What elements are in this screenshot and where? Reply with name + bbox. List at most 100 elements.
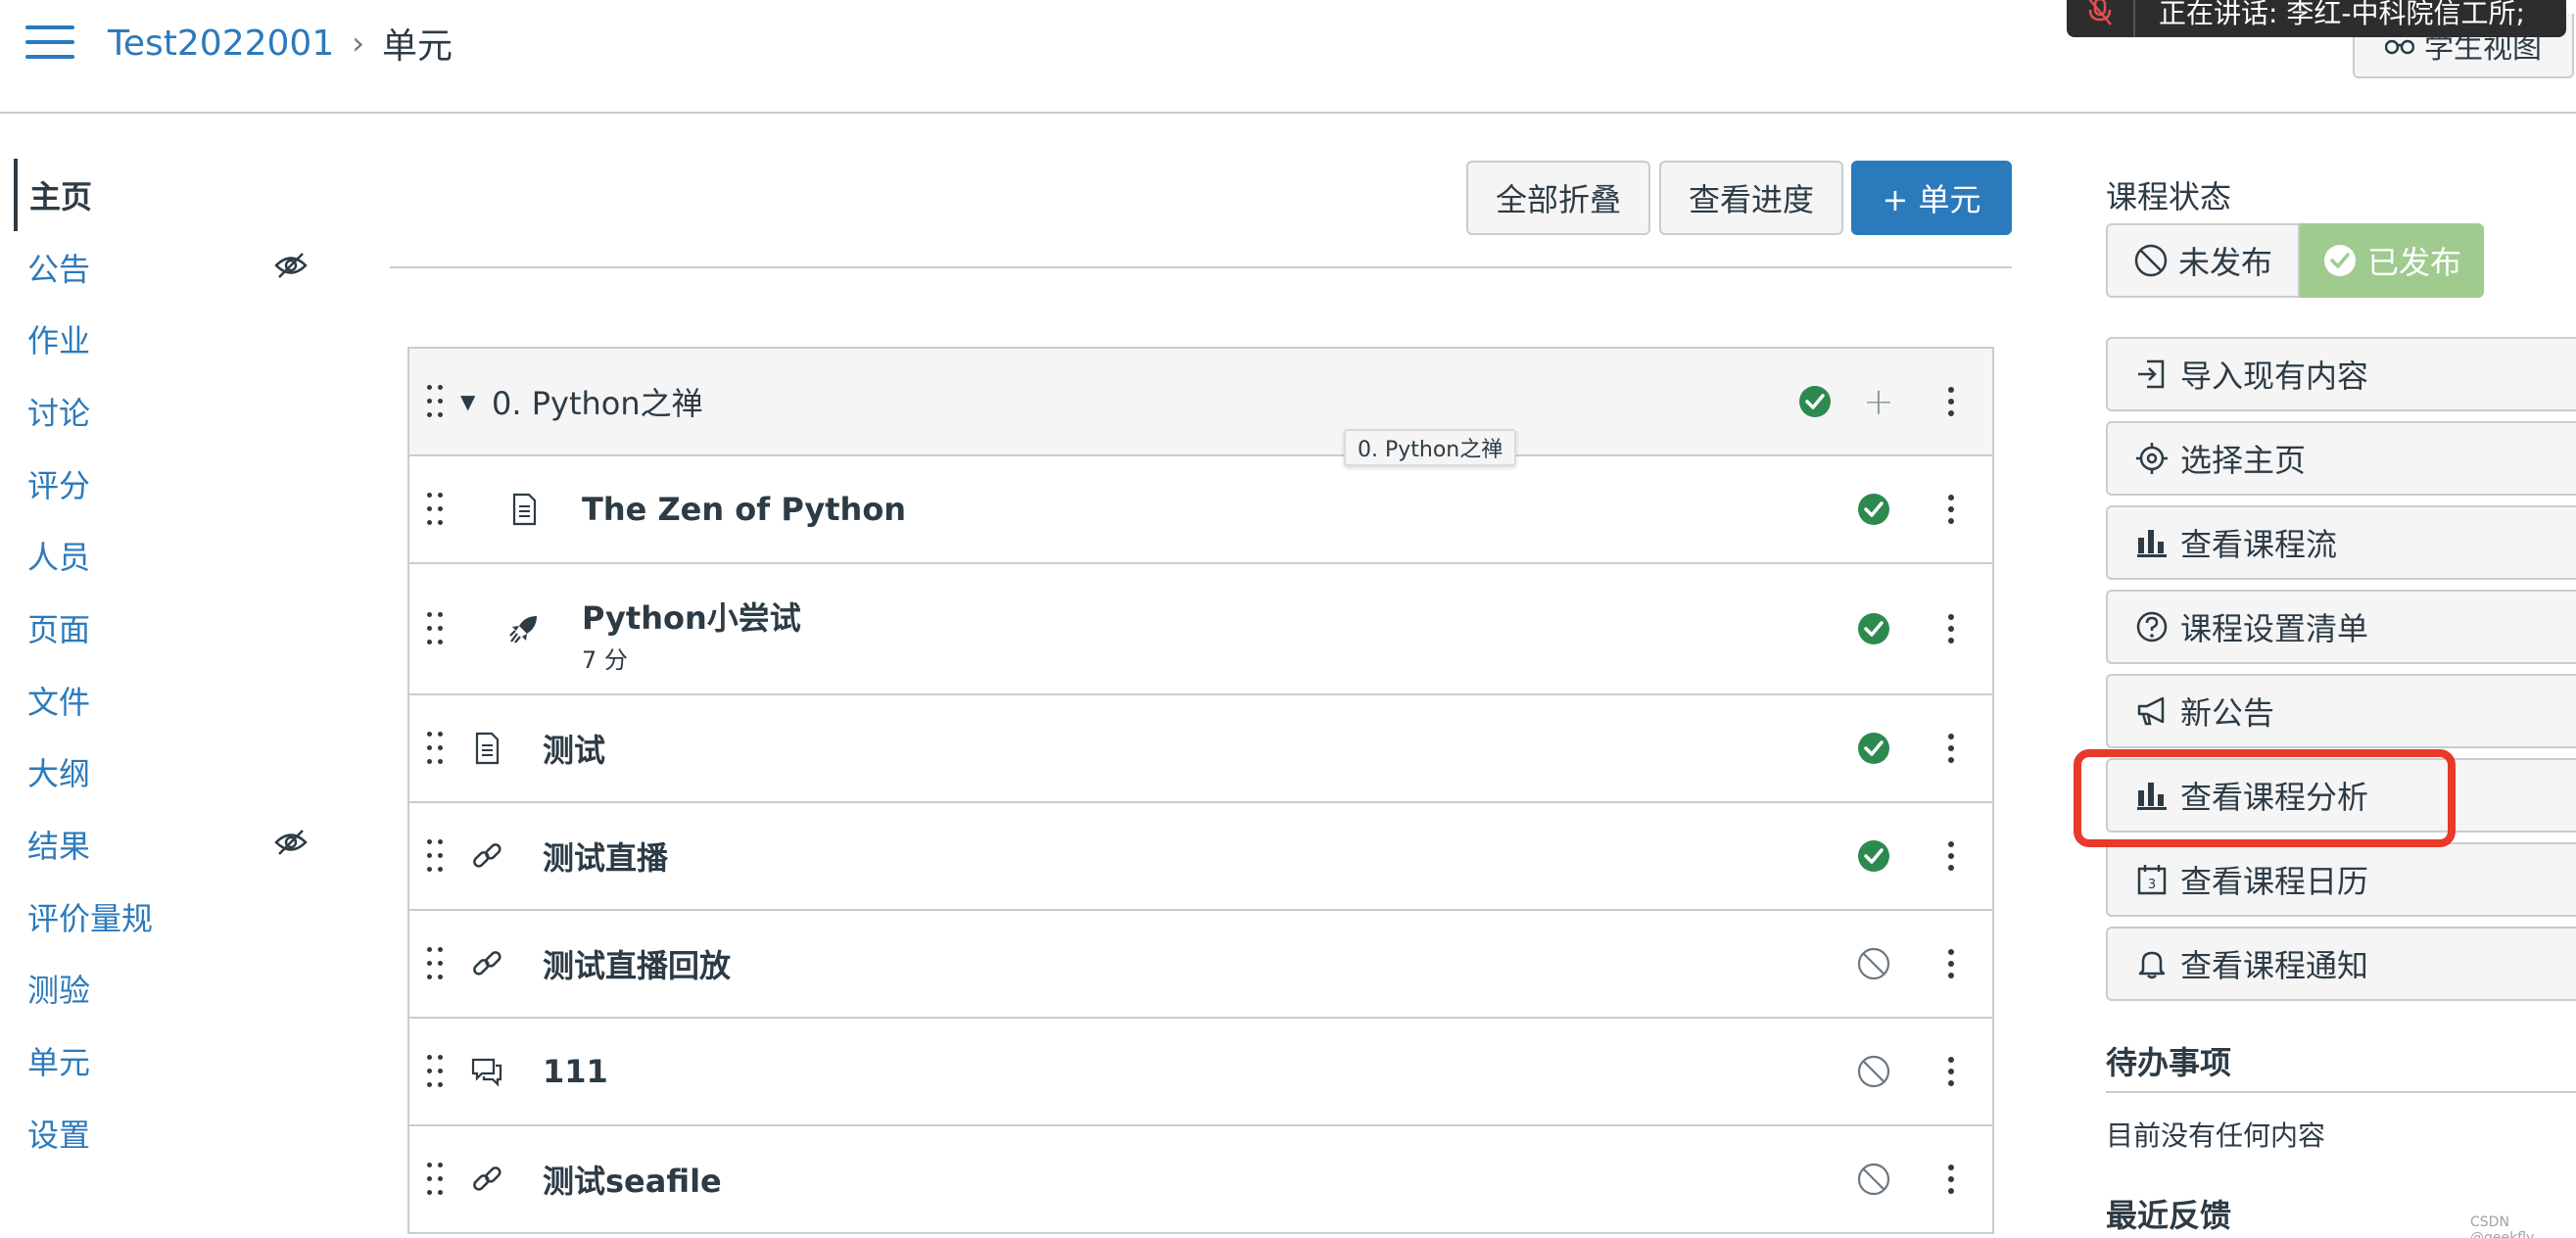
module-item-title[interactable]: 测试: [543, 726, 605, 771]
nav-item-label: 测验: [27, 972, 91, 1010]
todo-empty-message: 目前没有任何内容: [2106, 1119, 2326, 1152]
nav-item[interactable]: 讨论: [14, 375, 327, 448]
published-check-icon[interactable]: [1857, 612, 1890, 645]
sidebar-action-button[interactable]: 查看课程流: [2106, 505, 2576, 580]
module-item-title[interactable]: The Zen of Python: [582, 491, 906, 528]
sidebar-action-label: 导入现有内容: [2180, 357, 2369, 395]
collapse-caret-icon[interactable]: ▼: [460, 390, 475, 413]
nav-item[interactable]: 测验: [14, 953, 327, 1025]
nav-item-label: 人员: [27, 539, 91, 577]
nav-item[interactable]: 评分: [14, 448, 327, 520]
module-item-points: 7 分: [582, 646, 628, 674]
sidebar-action-button[interactable]: 导入现有内容: [2106, 337, 2576, 411]
unpublish-button[interactable]: 未发布: [2106, 223, 2300, 298]
drag-handle-icon[interactable]: [427, 839, 447, 873]
sidebar-action-button[interactable]: 查看课程通知: [2106, 927, 2576, 1001]
drag-handle-icon[interactable]: [427, 1163, 447, 1196]
module-item-title[interactable]: Python小尝试: [582, 594, 801, 639]
svg-text:3: 3: [2148, 878, 2156, 892]
module-item-row[interactable]: Python小尝试 7 分: [409, 564, 1992, 695]
module-item-row[interactable]: 测试直播回放: [409, 911, 1992, 1019]
module-item-row[interactable]: 测试: [409, 695, 1992, 803]
published-check-icon[interactable]: [1857, 839, 1890, 873]
drag-handle-icon[interactable]: [427, 493, 447, 526]
module-item-title[interactable]: 测试直播: [543, 833, 668, 879]
module-item-row[interactable]: 测试直播: [409, 803, 1992, 911]
module-item-title[interactable]: 测试直播回放: [543, 941, 731, 986]
sidebar-action-label: 课程设置清单: [2180, 610, 2369, 647]
nav-item[interactable]: 单元: [14, 1024, 327, 1097]
add-item-plus-icon[interactable]: +: [1863, 380, 1894, 423]
unpublished-circle-icon[interactable]: [1857, 1055, 1890, 1088]
unpublished-circle-icon[interactable]: [1857, 1163, 1890, 1196]
module-item-row[interactable]: 测试seafile: [409, 1126, 1992, 1234]
published-check-icon[interactable]: [1857, 732, 1890, 765]
import-icon: [2135, 357, 2169, 391]
target-icon: [2135, 442, 2169, 475]
view-progress-button[interactable]: 查看进度: [1659, 161, 1843, 235]
todo-divider: [2106, 1091, 2576, 1093]
nav-item[interactable]: 文件: [14, 664, 327, 737]
nav-item[interactable]: 结果: [14, 808, 327, 881]
module-header[interactable]: ▼ 0. Python之禅 +: [409, 349, 1992, 456]
item-options-icon[interactable]: [1945, 493, 1955, 526]
speaking-toast: 正在讲话: 李红-中科院信工所;: [2067, 0, 2566, 37]
add-module-button[interactable]: + 单元: [1851, 161, 2012, 235]
nav-item[interactable]: 页面: [14, 592, 327, 664]
module-item-title[interactable]: 111: [543, 1053, 608, 1090]
page-icon: [470, 732, 503, 765]
drag-handle-icon[interactable]: [427, 1055, 447, 1088]
item-options-icon[interactable]: [1945, 839, 1955, 873]
nav-item-label: 大纲: [27, 755, 91, 793]
nav-item[interactable]: 人员: [14, 519, 327, 592]
nav-item[interactable]: 主页: [14, 159, 327, 231]
course-status-heading: 课程状态: [2106, 178, 2232, 215]
annotation-highlight-box: [2074, 749, 2456, 847]
nav-item[interactable]: 设置: [14, 1097, 327, 1169]
item-options-icon[interactable]: [1945, 612, 1955, 645]
publish-button[interactable]: 已发布: [2300, 223, 2484, 298]
bar-chart-icon: [2135, 526, 2169, 559]
hamburger-menu-icon[interactable]: [25, 24, 74, 61]
published-check-icon[interactable]: [1798, 385, 1832, 418]
todo-heading: 待办事项: [2106, 1044, 2232, 1081]
nav-item[interactable]: 大纲: [14, 737, 327, 809]
recent-feedback-heading: 最近反馈: [2106, 1197, 2232, 1234]
nav-item[interactable]: 作业: [14, 303, 327, 375]
module-item-title[interactable]: 测试seafile: [543, 1157, 722, 1202]
sidebar-action-button[interactable]: 选择主页: [2106, 421, 2576, 496]
sidebar-action-label: 选择主页: [2180, 442, 2307, 479]
unpublished-circle-icon: [2134, 244, 2168, 277]
sidebar-action-button[interactable]: 新公告: [2106, 674, 2576, 748]
item-options-icon[interactable]: [1945, 732, 1955, 765]
module-options-icon[interactable]: [1945, 385, 1955, 418]
sidebar-action-label: 查看课程流: [2180, 526, 2338, 563]
question-icon: [2135, 610, 2169, 643]
nav-item-label: 公告: [27, 250, 91, 288]
sidebar-action-button[interactable]: 课程设置清单: [2106, 590, 2576, 664]
drag-handle-icon[interactable]: [427, 612, 447, 645]
nav-item-label: 作业: [27, 322, 91, 360]
publish-label: 已发布: [2366, 244, 2461, 281]
course-header: Test2022001 › 单元 学生视图 正在讲话: 李红-中科院信工所;: [0, 0, 2576, 114]
module-item-row[interactable]: The Zen of Python: [409, 456, 1992, 564]
breadcrumb-course-link[interactable]: Test2022001: [108, 24, 334, 64]
collapse-all-button[interactable]: 全部折叠: [1466, 161, 1650, 235]
bell-icon: [2135, 947, 2169, 980]
item-options-icon[interactable]: [1945, 1163, 1955, 1196]
nav-item[interactable]: 评价量规: [14, 881, 327, 953]
toolbar-divider: [390, 266, 2012, 268]
module-item-row[interactable]: 111: [409, 1019, 1992, 1126]
drag-handle-icon[interactable]: [427, 947, 447, 980]
unpublished-circle-icon[interactable]: [1857, 947, 1890, 980]
item-options-icon[interactable]: [1945, 1055, 1955, 1088]
nav-item-label: 设置: [27, 1116, 91, 1154]
sidebar-action-button[interactable]: 3 查看课程日历: [2106, 842, 2576, 917]
published-check-icon[interactable]: [1857, 493, 1890, 526]
drag-handle-icon[interactable]: [427, 732, 447, 765]
nav-item-label: 主页: [29, 177, 93, 215]
item-options-icon[interactable]: [1945, 947, 1955, 980]
drag-handle-icon[interactable]: [427, 385, 447, 418]
nav-item[interactable]: 公告: [14, 231, 327, 304]
eye-off-icon: [274, 251, 308, 280]
